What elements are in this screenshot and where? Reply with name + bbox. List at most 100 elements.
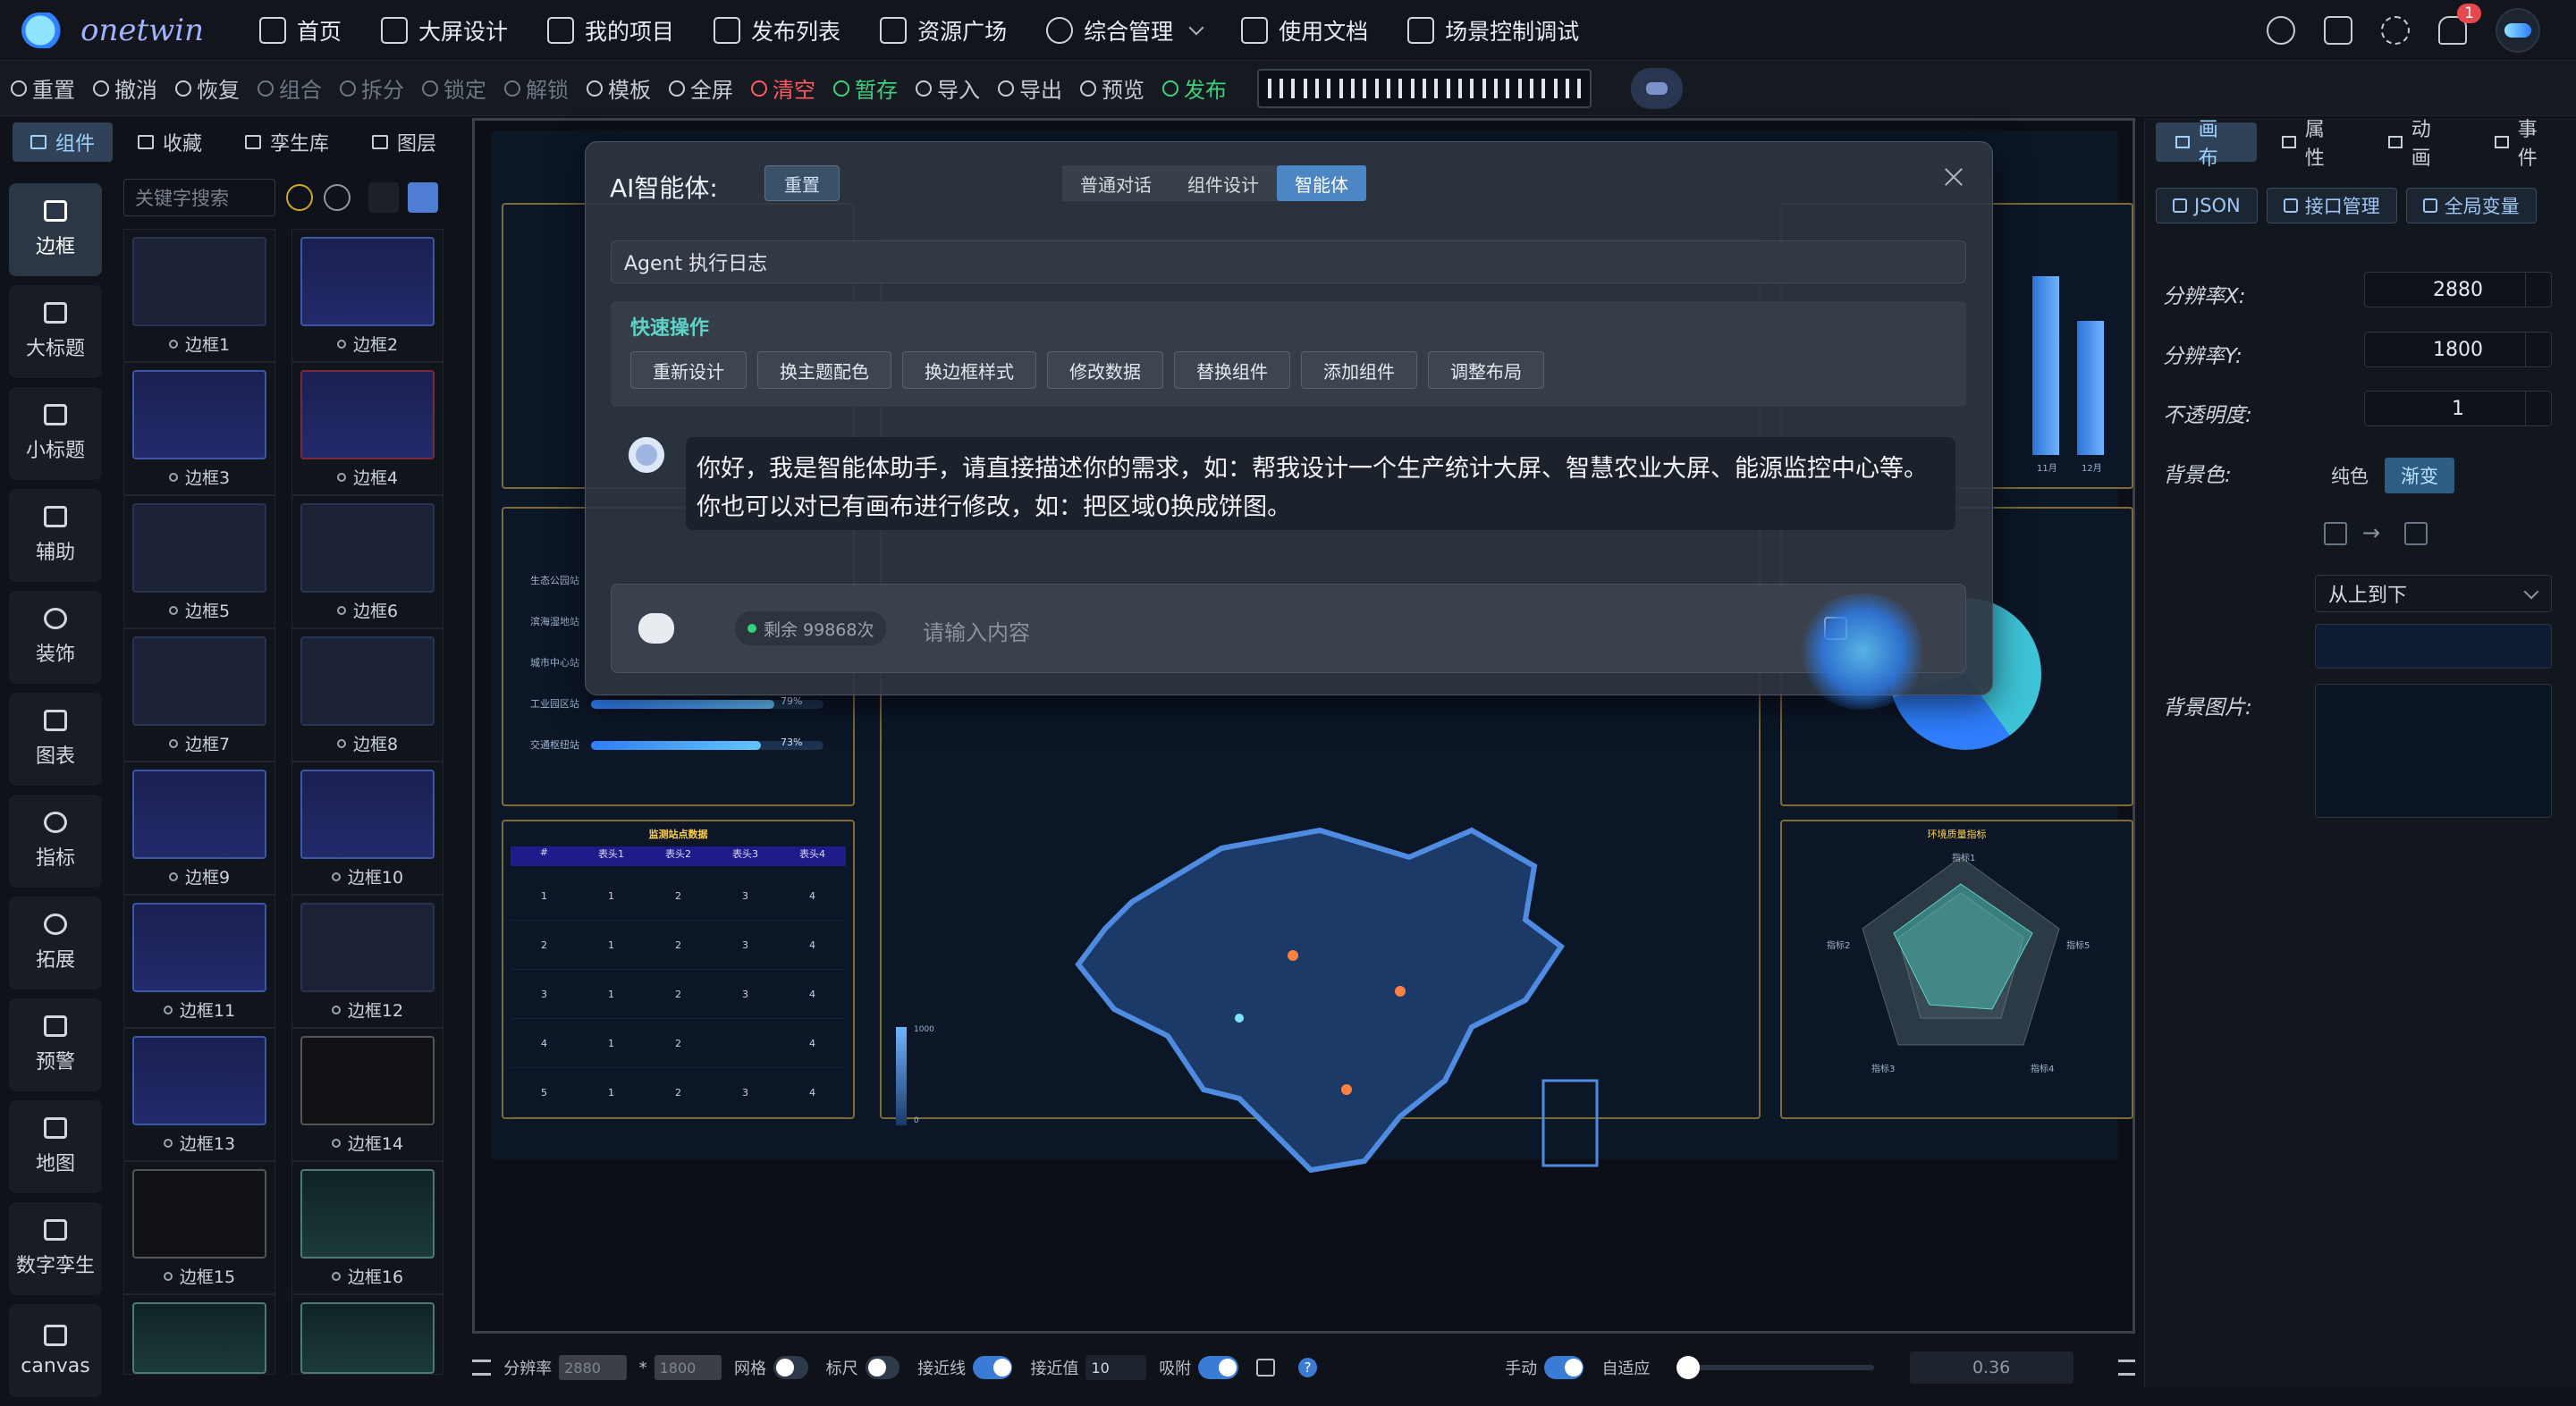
close-icon[interactable]: [1942, 165, 1967, 190]
category-big-title[interactable]: 大标题: [9, 285, 102, 378]
component-card[interactable]: 边框3: [123, 362, 275, 495]
nav-my-projects[interactable]: 我的项目: [547, 0, 674, 61]
bg-gradient-option[interactable]: 渐变: [2385, 458, 2454, 493]
lock-button[interactable]: 锁定: [422, 72, 486, 104]
nav-scene-debug[interactable]: 场景控制调试: [1407, 0, 1579, 61]
zoom-value[interactable]: 0.36: [1909, 1351, 2073, 1384]
component-card[interactable]: 边框8: [291, 628, 443, 762]
component-card[interactable]: 边框6: [291, 495, 443, 628]
star-icon[interactable]: [331, 1271, 341, 1281]
component-card[interactable]: 边框14: [291, 1028, 443, 1161]
gradient-end-picker[interactable]: [2404, 522, 2428, 545]
tab-canvas[interactable]: 画布: [2156, 119, 2257, 170]
star-icon[interactable]: [168, 738, 178, 748]
theme-icon[interactable]: [2381, 16, 2410, 45]
category-decoration[interactable]: 装饰: [9, 591, 102, 684]
nav-publish-list[interactable]: 发布列表: [714, 0, 840, 61]
category-chart[interactable]: 图表: [9, 693, 102, 786]
gradient-start-picker[interactable]: [2324, 522, 2347, 545]
send-button-glow[interactable]: [1795, 594, 1930, 710]
unlock-button[interactable]: 解锁: [504, 72, 569, 104]
star-icon[interactable]: [168, 339, 178, 349]
dialog-reset-button[interactable]: 重置: [764, 165, 840, 201]
component-card[interactable]: 边框7: [123, 628, 275, 762]
category-helper[interactable]: 辅助: [9, 489, 102, 582]
bg-solid-option[interactable]: 纯色: [2315, 458, 2385, 493]
tab-animation[interactable]: 动画: [2369, 119, 2470, 170]
gradient-direction-select[interactable]: 从上到下: [2315, 575, 2552, 612]
star-icon[interactable]: [331, 871, 341, 881]
panel-table[interactable]: 监测站点数据 # 表头1 表头2 表头3 表头4 1123421234312344124…: [502, 820, 855, 1119]
tab-normal-chat[interactable]: 普通对话: [1062, 165, 1170, 201]
quick-action-button[interactable]: 替换组件: [1174, 351, 1290, 389]
align-middle-v-icon[interactable]: [1409, 74, 1440, 103]
align-center-h-icon[interactable]: [1302, 74, 1332, 103]
upload-icon[interactable]: [638, 613, 674, 644]
fit-screen-icon[interactable]: [1552, 74, 1583, 103]
quick-action-button[interactable]: 换边框样式: [902, 351, 1036, 389]
help-icon[interactable]: ?: [1297, 1358, 1318, 1377]
category-alert[interactable]: 预警: [9, 998, 102, 1091]
star-icon[interactable]: [331, 1138, 341, 1148]
component-card[interactable]: [291, 1294, 443, 1375]
global-vars-button[interactable]: 全局变量: [2405, 188, 2537, 223]
res-y-input[interactable]: 1800: [2364, 332, 2552, 367]
component-card[interactable]: 边框16: [291, 1161, 443, 1294]
component-card[interactable]: 边框2: [291, 229, 443, 362]
tab-twin-library[interactable]: 孪生库: [227, 122, 347, 162]
nav-home[interactable]: 首页: [259, 0, 342, 61]
grid-view-icon[interactable]: [408, 182, 438, 213]
preview-button[interactable]: 预览: [1080, 72, 1144, 104]
component-card[interactable]: 边框1: [123, 229, 275, 362]
snap-line-toggle[interactable]: [973, 1356, 1013, 1379]
component-card[interactable]: 边框13: [123, 1028, 275, 1161]
bell-icon[interactable]: 1: [2438, 4, 2481, 45]
align-left-icon[interactable]: [1266, 74, 1296, 103]
star-icon[interactable]: [168, 605, 178, 615]
zoom-slider[interactable]: [1677, 1356, 1874, 1379]
snap-value-input[interactable]: 10: [1085, 1355, 1147, 1380]
nav-screen-design[interactable]: 大屏设计: [381, 0, 508, 61]
clear-canvas-icon[interactable]: [1255, 1359, 1275, 1377]
quick-action-button[interactable]: 添加组件: [1301, 351, 1417, 389]
star-icon[interactable]: [336, 472, 346, 482]
tab-components[interactable]: 组件: [13, 122, 114, 162]
distribute-v-icon[interactable]: [1516, 74, 1547, 103]
template-button[interactable]: 模板: [587, 72, 651, 104]
ruler-toggle[interactable]: [865, 1356, 900, 1379]
app-logo[interactable]: onetwin: [21, 13, 204, 48]
star-icon[interactable]: [336, 738, 346, 748]
tab-events[interactable]: 事件: [2475, 119, 2576, 170]
star-icon[interactable]: [331, 1005, 341, 1015]
align-bottom-icon[interactable]: [1445, 74, 1475, 103]
clear-button[interactable]: 清空: [751, 72, 815, 104]
avatar[interactable]: [2496, 8, 2540, 53]
component-card[interactable]: 边框15: [123, 1161, 275, 1294]
category-digital-twin[interactable]: 数字孪生: [9, 1202, 102, 1295]
grid-toggle[interactable]: [773, 1356, 808, 1379]
tab-favorites[interactable]: 收藏: [120, 122, 220, 162]
fullscreen-button[interactable]: 全屏: [669, 72, 733, 104]
tab-layers[interactable]: 图层: [354, 122, 454, 162]
ungroup-button[interactable]: 拆分: [340, 72, 404, 104]
align-top-icon[interactable]: [1373, 74, 1404, 103]
star-icon[interactable]: [168, 472, 178, 482]
publish-button[interactable]: 发布: [1162, 72, 1227, 104]
opacity-input[interactable]: 1: [2364, 391, 2552, 426]
star-icon[interactable]: [168, 871, 178, 881]
category-border[interactable]: 边框: [9, 183, 102, 276]
attach-toggle[interactable]: [1198, 1356, 1238, 1379]
component-card[interactable]: 边框12: [291, 895, 443, 1028]
search-icon[interactable]: [2267, 16, 2295, 45]
panel-radar[interactable]: 环境质量指标 指标1 指标5 指标4 指标3 指标2: [1780, 820, 2133, 1119]
nav-docs[interactable]: 使用文档: [1241, 0, 1368, 61]
save-draft-button[interactable]: 暂存: [833, 72, 898, 104]
quick-action-button[interactable]: 调整布局: [1428, 351, 1544, 389]
star-icon[interactable]: [163, 1005, 173, 1015]
quick-action-button[interactable]: 换主题配色: [757, 351, 891, 389]
agent-log-header[interactable]: Agent 执行日志: [611, 240, 1966, 283]
api-manage-button[interactable]: 接口管理: [2266, 188, 2397, 223]
quick-action-button[interactable]: 重新设计: [630, 351, 747, 389]
category-indicator[interactable]: 指标: [9, 795, 102, 888]
component-card[interactable]: 边框11: [123, 895, 275, 1028]
